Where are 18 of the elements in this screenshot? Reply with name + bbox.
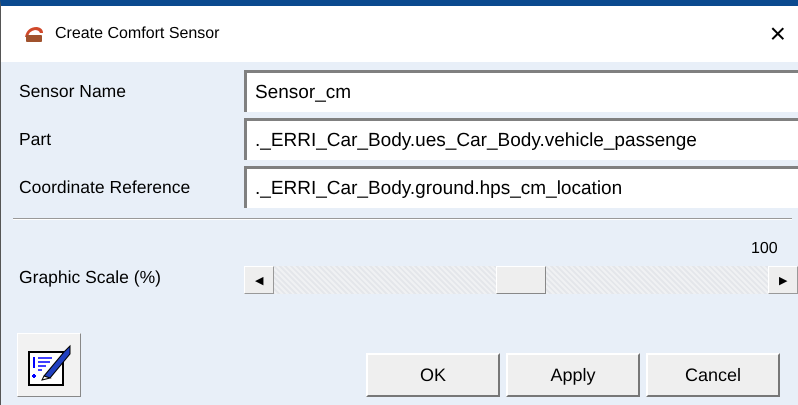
field-label: Coordinate Reference bbox=[18, 176, 192, 198]
input-field[interactable]: ._ERRI_Car_Body.ues_Car_Body.vehicle_passenge bbox=[244, 118, 798, 160]
window-title: Create Comfort Sensor bbox=[55, 25, 221, 43]
slider-label: Graphic Scale (%) bbox=[18, 267, 162, 289]
dialog-button[interactable]: Apply bbox=[506, 353, 640, 397]
app-logo-icon bbox=[23, 25, 45, 43]
notes-button[interactable] bbox=[17, 333, 81, 397]
input-field[interactable]: ._ERRI_Car_Body.ground.hps_cm_location bbox=[244, 166, 798, 208]
scroll-left-button[interactable]: ◀ bbox=[244, 266, 274, 294]
field-label: Sensor Name bbox=[18, 80, 127, 102]
slider-value: 100 bbox=[751, 240, 778, 258]
dialog-button[interactable]: OK bbox=[366, 353, 500, 397]
slider-thumb[interactable] bbox=[496, 266, 546, 294]
scroll-right-button[interactable]: ▶ bbox=[768, 266, 798, 294]
close-icon[interactable]: × bbox=[770, 20, 798, 48]
dialog-button[interactable]: Cancel bbox=[646, 353, 780, 397]
input-field[interactable]: Sensor_cm bbox=[244, 70, 798, 112]
field-label: Part bbox=[18, 128, 52, 150]
